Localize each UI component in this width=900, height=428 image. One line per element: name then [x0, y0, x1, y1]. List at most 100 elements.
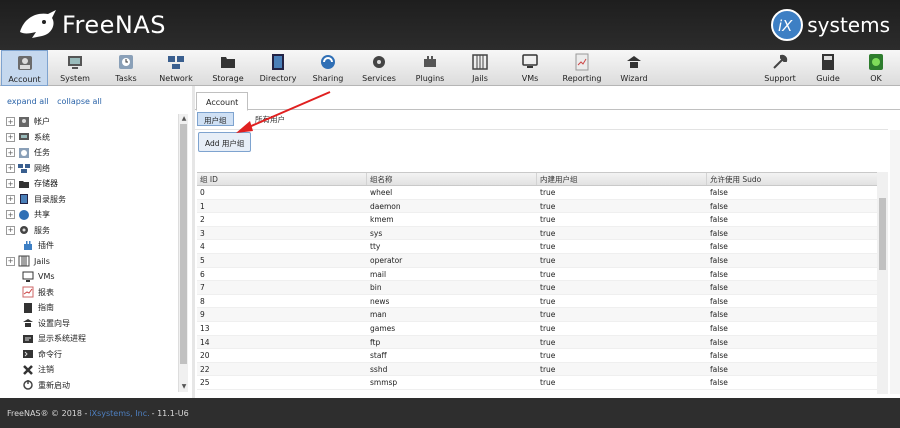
table-row[interactable]: 4 tty true false	[197, 240, 887, 254]
table-row[interactable]: 2 kmem true false	[197, 213, 887, 227]
table-row[interactable]: 22 sshd true false	[197, 362, 887, 377]
tree-item-reboot[interactable]: 重新启动	[0, 378, 178, 393]
tree-item-guide[interactable]: 指南	[0, 300, 178, 316]
collapse-all-link[interactable]: collapse all	[57, 97, 102, 106]
content-scrollbar[interactable]	[890, 130, 900, 394]
scroll-thumb[interactable]	[879, 198, 886, 270]
toolbar-jails[interactable]: Jails	[459, 50, 501, 86]
toolbar-services[interactable]: Services	[356, 50, 402, 86]
services-icon	[20, 226, 28, 235]
toolbar-reporting[interactable]: Reporting	[559, 50, 605, 86]
column-header[interactable]: 允许使用 Sudo	[707, 173, 887, 185]
tree-item-network[interactable]: + 网络	[0, 161, 178, 177]
add-group-button[interactable]: Add 用户组	[198, 132, 252, 152]
toolbar-vms[interactable]: VMs	[510, 50, 550, 86]
toolbar-tasks[interactable]: Tasks	[105, 50, 147, 86]
table-row[interactable]: 3 sys true false	[197, 226, 887, 241]
table-row[interactable]: 7 bin true false	[197, 281, 887, 295]
toolbar-system[interactable]: System	[52, 50, 98, 86]
expand-toggle-icon[interactable]: +	[6, 163, 15, 173]
support-icon	[773, 54, 788, 69]
toolbar-directory[interactable]: Directory	[255, 50, 301, 86]
toolbar-wizard[interactable]: Wizard	[611, 50, 657, 86]
expand-toggle-icon[interactable]: +	[6, 132, 15, 142]
tree-item-tasks[interactable]: + 任务	[0, 145, 178, 161]
content-area: Account 用户组 所有用户 Add 用户组 组 ID 组名称 内建用户组 …	[195, 86, 900, 398]
vendor-link[interactable]: iXsystems, Inc.	[89, 409, 149, 418]
tree-item-system[interactable]: + 系统	[0, 130, 178, 146]
tree-item-shell[interactable]: 命令行	[0, 347, 178, 363]
expand-toggle-icon[interactable]: +	[6, 117, 15, 127]
column-header[interactable]: 内建用户组	[537, 173, 707, 185]
column-header[interactable]: 组名称	[367, 173, 537, 185]
jails-icon	[18, 255, 30, 267]
table-row[interactable]: 1 daemon true false	[197, 199, 887, 214]
scroll-up-icon[interactable]: ▲	[180, 115, 188, 123]
expand-toggle-icon[interactable]: +	[6, 179, 15, 189]
tree-item-jails[interactable]: + Jails	[0, 254, 178, 270]
table-row[interactable]: 14 ftp true false	[197, 335, 887, 350]
subtab-users[interactable]: 所有用户	[249, 112, 291, 126]
table-row[interactable]: 0 wheel true false	[197, 186, 887, 200]
expand-toggle-icon[interactable]: +	[6, 256, 15, 266]
guide-icon	[822, 54, 834, 70]
shell-icon	[23, 350, 33, 359]
guide-icon	[24, 302, 32, 313]
ix-circle-icon: iX	[771, 9, 804, 41]
expand-toggle-icon[interactable]: +	[6, 148, 15, 158]
toolbar-storage[interactable]: Storage	[205, 50, 251, 86]
tree-item-vms[interactable]: VMs	[0, 269, 178, 285]
table-row[interactable]: 9 man true false	[197, 308, 887, 322]
toolbar-network[interactable]: Network	[153, 50, 199, 86]
scroll-thumb[interactable]	[180, 124, 187, 364]
directory-icon	[272, 54, 284, 70]
directory-icon	[20, 194, 28, 205]
table-row[interactable]: 13 games true false	[197, 322, 887, 336]
tab-account[interactable]: Account	[196, 92, 249, 111]
expand-toggle-icon[interactable]: +	[6, 194, 15, 204]
navigation-panel: expand all collapse all + 帐户 + 系统 + 任务 +…	[0, 86, 192, 398]
tree-item-reporting[interactable]: 报表	[0, 285, 178, 301]
account-icon	[17, 56, 32, 70]
tree-item-plugins[interactable]: 插件	[0, 238, 178, 254]
toolbar-plugins[interactable]: Plugins	[407, 50, 453, 86]
tree-item-services[interactable]: + 服务	[0, 223, 178, 239]
tree-item-logout[interactable]: 注销	[0, 362, 178, 378]
subtab-groups[interactable]: 用户组	[197, 112, 234, 126]
toolbar-ok[interactable]: OK	[857, 50, 895, 86]
copyright-text: FreeNAS® © 2018 -	[7, 408, 88, 418]
expand-toggle-icon[interactable]: +	[6, 210, 15, 220]
storage-icon	[221, 57, 235, 68]
tree-expander-links: expand all collapse all	[7, 97, 108, 106]
tree-item-storage[interactable]: + 存储器	[0, 176, 178, 192]
tree-item-wizard[interactable]: 设置向导	[0, 316, 178, 332]
brand-name: FreeNAS	[62, 11, 167, 39]
toolbar-support[interactable]: Support	[757, 50, 803, 86]
freenas-logo[interactable]: FreeNAS	[18, 8, 166, 42]
table-row[interactable]: 5 operator true false	[197, 253, 887, 268]
reporting-icon	[22, 286, 34, 298]
table-row[interactable]: 20 staff true false	[197, 349, 887, 363]
scroll-down-icon[interactable]: ▼	[180, 383, 188, 391]
network-icon	[18, 164, 30, 174]
tree-item-directory[interactable]: + 目录服务	[0, 192, 178, 208]
tree-item-processes[interactable]: 显示系统进程	[0, 331, 178, 347]
top-header: FreeNAS iX systems	[0, 0, 900, 50]
tree-item-account[interactable]: + 帐户	[0, 114, 178, 130]
table-scrollbar[interactable]	[877, 172, 888, 394]
table-row[interactable]: 25 smmsp true false	[197, 376, 887, 390]
toolbar-account[interactable]: Account	[1, 50, 48, 86]
tree-scrollbar[interactable]: ▲ ▼	[178, 114, 188, 392]
logout-icon	[23, 364, 33, 375]
column-header[interactable]: 组 ID	[197, 173, 367, 185]
expand-toggle-icon[interactable]: +	[6, 225, 15, 235]
navigation-tree: + 帐户 + 系统 + 任务 + 网络 + 存储器 + 目录服务 + 共享 + …	[0, 114, 178, 392]
expand-all-link[interactable]: expand all	[7, 97, 49, 106]
wizard-icon	[23, 319, 33, 328]
table-row[interactable]: 8 news true false	[197, 295, 887, 309]
toolbar-sharing[interactable]: Sharing	[305, 50, 351, 86]
tree-item-sharing[interactable]: + 共享	[0, 207, 178, 223]
table-row[interactable]: 6 mail true false	[197, 268, 887, 282]
account-icon	[19, 116, 29, 127]
toolbar-guide[interactable]: Guide	[809, 50, 847, 86]
